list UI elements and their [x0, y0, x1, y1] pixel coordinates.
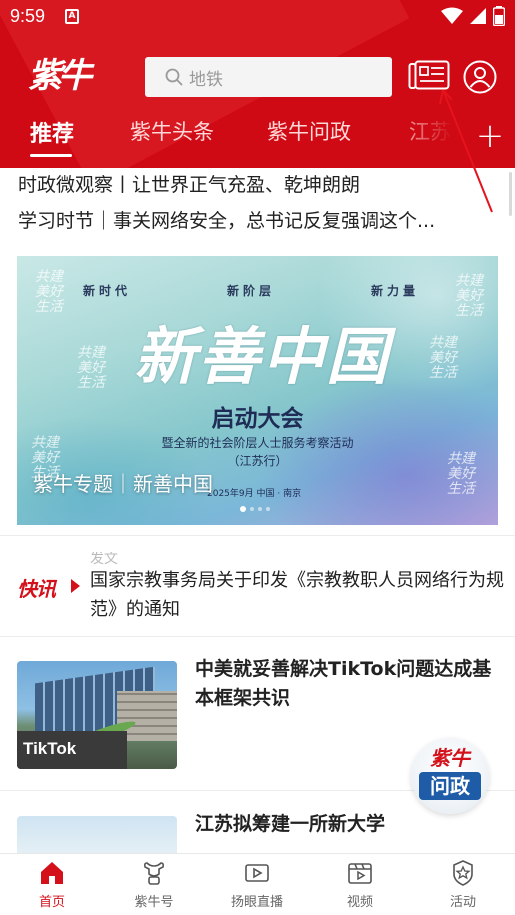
tab-ziniu-headlines[interactable]: 紫牛头条 [130, 116, 214, 146]
banner-description: （江苏行） [227, 454, 288, 468]
scrollbar [509, 172, 512, 216]
app-header: 9:59 A 紫牛 地铁 推荐 紫牛头条 紫牛问政 江苏 + [0, 0, 515, 168]
flash-news[interactable]: 快讯 发文 国家宗教事务局关于印发《宗教教职人员网络行为规范》的通知 [0, 540, 515, 636]
float-badge-bottom: 问政 [419, 772, 481, 800]
carousel-dot[interactable] [240, 506, 246, 512]
banner-side-text: 共建美好生活 [429, 335, 457, 381]
flash-news-label: 快讯 [17, 577, 56, 601]
article-title: 中美就妥善解决TikTok问题达成基本框架共识 [195, 658, 492, 709]
search-bar[interactable]: 地铁 [145, 57, 392, 97]
article-title: 江苏拟筹建一所新大学 [195, 813, 386, 835]
divider [0, 636, 515, 637]
banner-caption: 紫牛专题｜新善中国 [33, 472, 213, 496]
article-card[interactable]: 江苏拟筹建一所新大学 [0, 810, 515, 853]
wenzheng-float-button[interactable]: 紫牛 问政 [411, 738, 489, 814]
article-thumbnail: TikTok [17, 661, 177, 769]
carousel-dot[interactable] [258, 507, 262, 511]
flash-news-logo: 快讯 [17, 573, 80, 601]
carousel-dot[interactable] [266, 507, 270, 511]
banner-subtitle: 新力量 [371, 284, 420, 298]
float-badge-top: 紫牛 [430, 746, 470, 770]
carousel-dot[interactable] [250, 507, 254, 511]
divider [0, 535, 515, 536]
headline-item[interactable]: 时政微观察丨让世界正气充盈、乾坤朗朗 [18, 170, 488, 197]
banner-description: 暨全新的社会阶层人士服务考察活动 [161, 436, 354, 450]
tab-ziniu-wenzheng[interactable]: 紫牛问政 [267, 116, 351, 146]
tiktok-logo: TikTok [23, 739, 77, 758]
carousel-indicator [240, 506, 270, 512]
notification-icon: A [65, 9, 79, 24]
banner-side-text: 共建美好生活 [77, 345, 105, 391]
status-bar: 9:59 A [0, 0, 515, 36]
status-icons [441, 6, 505, 26]
nav-live[interactable]: 扬眼直播 [217, 860, 297, 910]
banner-title: 新善中国 [133, 320, 390, 393]
tab-recommend[interactable]: 推荐 [30, 116, 74, 148]
active-tab-indicator [30, 154, 72, 157]
flash-current-text: 国家宗教事务局关于印发《宗教教职人员网络行为规范》的通知 [90, 570, 504, 620]
play-arrow-icon [71, 579, 80, 593]
banner-date: 2025年9月 中国 · 南京 [207, 489, 302, 499]
signal-icon [470, 8, 486, 24]
newspaper-icon[interactable] [408, 60, 450, 92]
battery-icon [493, 6, 505, 26]
nav-home[interactable]: 首页 [12, 860, 92, 910]
banner-subtitle: 新阶层 [227, 284, 276, 298]
tab-fade [388, 116, 468, 160]
headline-item[interactable]: 学习时节｜事关网络安全，总书记反复强调这个... [18, 206, 488, 233]
nav-label: 紫牛号 [134, 895, 174, 910]
nav-label: 活动 [449, 895, 476, 910]
user-profile-icon[interactable] [463, 60, 497, 94]
banner-subtitle: 新时代 [83, 284, 132, 298]
live-video-icon [245, 864, 269, 882]
feature-banner[interactable]: 新时代 新阶层 新力量 共建美好生活 共建美好生活 共建美好生活 共建美好生活 … [17, 256, 498, 525]
article-thumbnail [17, 816, 177, 853]
status-time: 9:59 [10, 6, 46, 26]
search-placeholder: 地铁 [189, 69, 223, 90]
ziniu-hao-icon [143, 862, 165, 885]
search-icon [165, 68, 183, 86]
banner-side-text: 共建美好生活 [455, 273, 483, 319]
nav-label: 视频 [346, 895, 373, 910]
video-clapper-icon [348, 863, 372, 884]
nav-label: 首页 [38, 895, 65, 910]
flash-prev-text: 发文 [90, 552, 118, 566]
banner-side-text: 共建美好生活 [35, 269, 63, 315]
banner-kicker: 启动大会 [211, 406, 304, 432]
nav-label: 扬眼直播 [230, 895, 283, 910]
flash-news-text: 发文 国家宗教事务局关于印发《宗教教职人员网络行为规范》的通知 [90, 552, 505, 624]
bottom-navigation: 首页 紫牛号 扬眼直播 视频 活动 [0, 853, 515, 915]
app-logo[interactable]: 紫牛 [28, 50, 100, 102]
nav-activity[interactable]: 活动 [423, 860, 503, 910]
nav-ziniu-hao[interactable]: 紫牛号 [114, 860, 194, 910]
home-icon [41, 862, 63, 884]
add-channel-button[interactable]: + [474, 118, 506, 158]
wifi-icon [441, 7, 463, 24]
nav-video[interactable]: 视频 [320, 860, 400, 910]
activity-badge-icon [453, 860, 473, 886]
